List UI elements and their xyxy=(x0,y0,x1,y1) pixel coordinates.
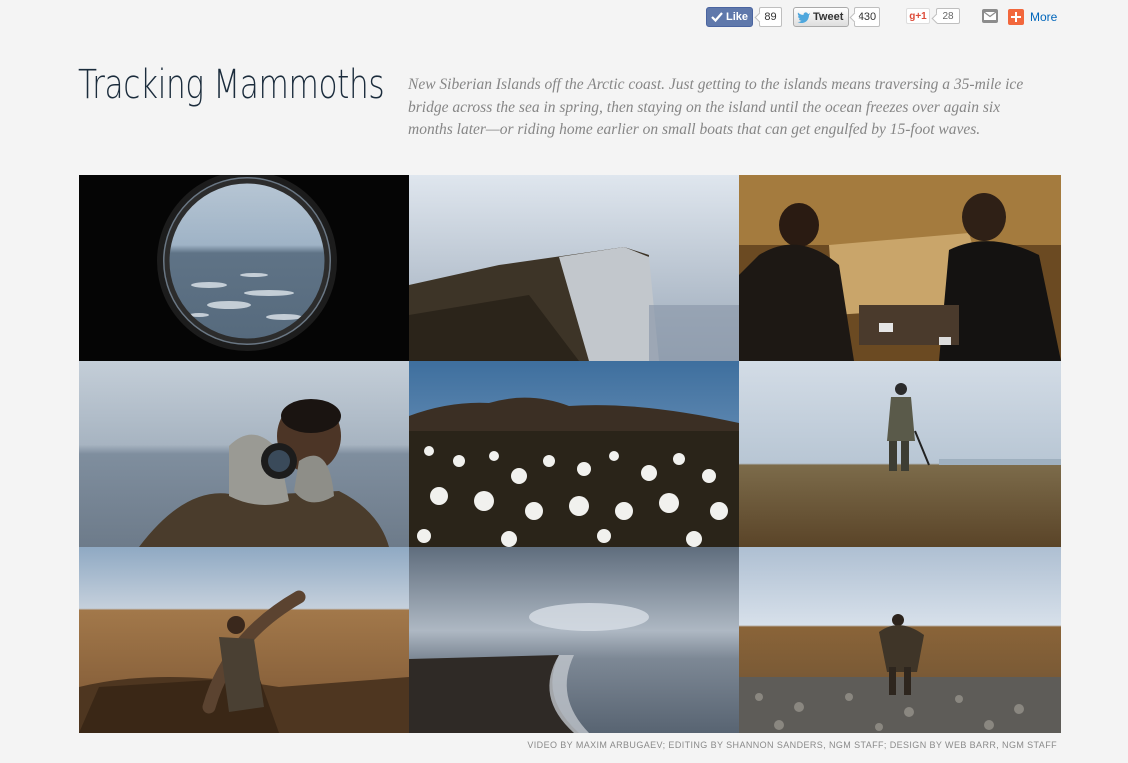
social-share-bar: Like 89 Tweet 430 g+1 28 More xyxy=(706,6,1066,28)
facebook-like-button[interactable]: Like xyxy=(706,7,753,27)
binoculars-image xyxy=(79,361,409,547)
tundra-man-image xyxy=(739,361,1061,547)
facebook-like-count: 89 xyxy=(759,7,782,27)
page-description: New Siberian Islands off the Arctic coas… xyxy=(408,76,1024,138)
page-title: Tracking Mammoths xyxy=(78,62,385,108)
google-plus-count: 28 xyxy=(936,8,960,24)
rocky-beach-image xyxy=(739,547,1061,733)
photo-tile-tusk[interactable] xyxy=(79,547,409,733)
mammoth-tusk-image xyxy=(79,547,409,733)
cotton-grass-image xyxy=(409,361,739,547)
photo-tile-tent[interactable] xyxy=(739,175,1061,361)
photo-tile-cliff[interactable] xyxy=(409,175,739,361)
porthole-image xyxy=(79,175,409,361)
foggy-cliff-image xyxy=(409,175,739,361)
checkmark-icon xyxy=(711,12,723,23)
photo-tile-porthole[interactable] xyxy=(79,175,409,361)
tweet-button[interactable]: Tweet xyxy=(793,7,849,27)
tweet-count: 430 xyxy=(854,7,880,27)
twitter-bird-icon xyxy=(797,12,810,23)
photo-tile-tundra-man[interactable] xyxy=(739,361,1061,547)
plus-icon xyxy=(1008,9,1024,25)
tweet-label: Tweet xyxy=(813,11,844,23)
google-plus-button[interactable]: g+1 xyxy=(906,8,930,24)
photo-tile-rocky-beach[interactable] xyxy=(739,547,1061,733)
facebook-like-label: Like xyxy=(726,11,749,23)
photo-tile-cotton-grass[interactable] xyxy=(409,361,739,547)
more-label: More xyxy=(1030,10,1058,24)
photo-grid xyxy=(79,175,1061,733)
email-icon[interactable] xyxy=(982,9,998,23)
shoreline-image xyxy=(409,547,739,733)
photo-tile-shoreline[interactable] xyxy=(409,547,739,733)
more-share-button[interactable]: More xyxy=(1008,8,1057,26)
card-game-image xyxy=(739,175,1061,361)
credit-line: VIDEO BY MAXIM ARBUGAEV; EDITING BY SHAN… xyxy=(527,740,1057,750)
photo-tile-binoculars[interactable] xyxy=(79,361,409,547)
